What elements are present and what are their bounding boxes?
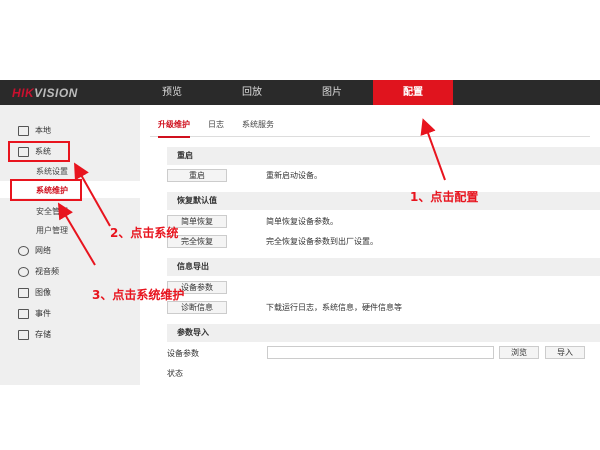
arrow-1 xyxy=(420,118,446,181)
annotation-arrows xyxy=(57,118,446,266)
arrow-2 xyxy=(74,162,111,227)
annotation-3: 3、点击系统维护 xyxy=(92,288,185,302)
annotation-1: 1、点击配置 xyxy=(410,190,479,204)
arrow-3 xyxy=(57,202,96,266)
annotation-2: 2、点击系统 xyxy=(110,226,179,240)
